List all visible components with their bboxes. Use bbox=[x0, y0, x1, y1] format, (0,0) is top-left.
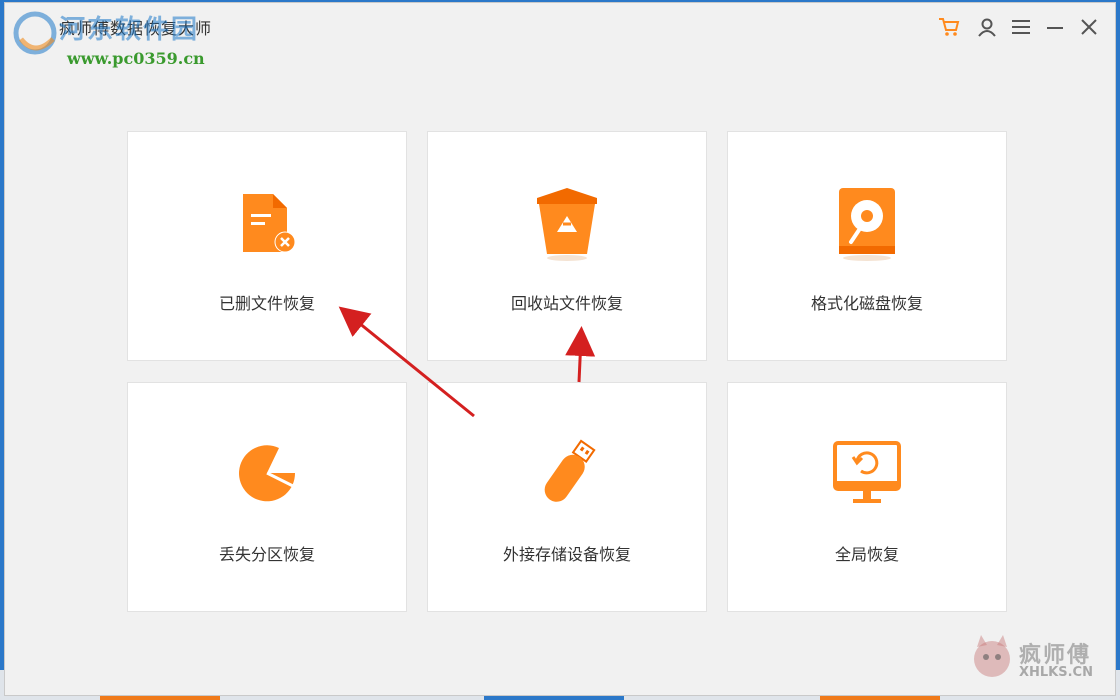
card-formatted-disk-recovery[interactable]: 格式化磁盘恢复 bbox=[727, 131, 1007, 361]
close-icon bbox=[1081, 19, 1097, 35]
card-label: 回收站文件恢复 bbox=[510, 294, 623, 313]
card-recycle-bin-recovery[interactable]: 回收站文件恢复 bbox=[427, 131, 707, 361]
cart-button[interactable] bbox=[937, 15, 961, 39]
minimize-button[interactable] bbox=[1043, 15, 1067, 39]
menu-icon bbox=[1012, 20, 1030, 34]
card-deleted-file-recovery[interactable]: 已删文件恢复 bbox=[127, 131, 407, 361]
lost-partition-icon bbox=[239, 445, 298, 502]
watermark-brand: 河东软件园 bbox=[59, 15, 200, 45]
card-external-storage-recovery[interactable]: 外接存储设备恢复 bbox=[427, 382, 707, 612]
minimize-icon bbox=[1047, 27, 1063, 29]
app-window: 疯师傅数据恢复大师 河东软件园 www.pc0359.cn 已删文件恢复 回收站… bbox=[4, 2, 1116, 696]
recycle-bin-icon bbox=[537, 188, 597, 261]
watermark-url: www.pc0359.cn bbox=[67, 49, 205, 68]
close-button[interactable] bbox=[1077, 15, 1101, 39]
user-icon bbox=[978, 18, 996, 37]
formatted-disk-icon bbox=[839, 188, 895, 261]
fox-mascot-icon bbox=[974, 635, 1010, 677]
cart-icon bbox=[939, 18, 960, 36]
user-button[interactable] bbox=[975, 15, 999, 39]
corner-watermark-en: XHLKS.CN bbox=[1019, 665, 1093, 680]
monitor-restore-icon bbox=[833, 441, 901, 503]
card-label: 全局恢复 bbox=[834, 545, 899, 564]
corner-watermark: 疯师傅 XHLKS.CN bbox=[969, 633, 1109, 689]
title-bar[interactable]: 疯师傅数据恢复大师 河东软件园 www.pc0359.cn bbox=[5, 3, 1115, 68]
usb-drive-icon bbox=[544, 439, 596, 502]
card-label: 外接存储设备恢复 bbox=[502, 545, 631, 564]
deleted-file-icon bbox=[243, 194, 296, 253]
card-label: 已删文件恢复 bbox=[218, 294, 315, 313]
card-label: 丢失分区恢复 bbox=[218, 545, 315, 564]
card-lost-partition-recovery[interactable]: 丢失分区恢复 bbox=[127, 382, 407, 612]
card-label: 格式化磁盘恢复 bbox=[810, 294, 923, 313]
watermark-logo-icon bbox=[13, 11, 57, 55]
menu-button[interactable] bbox=[1009, 15, 1033, 39]
card-global-recovery[interactable]: 全局恢复 bbox=[727, 382, 1007, 612]
